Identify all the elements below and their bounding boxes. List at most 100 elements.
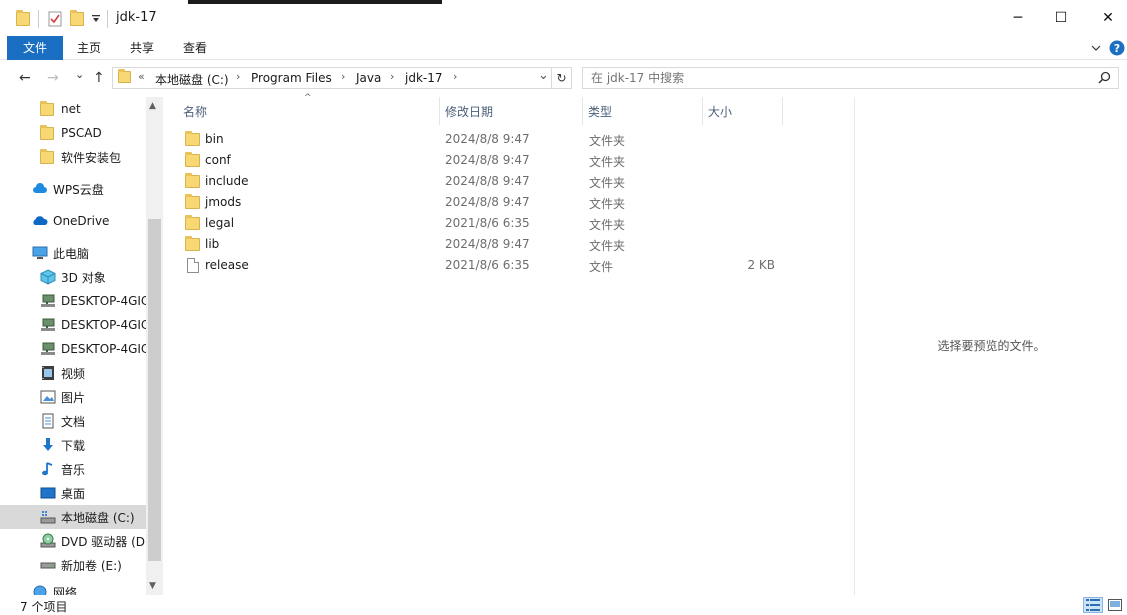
recent-locations-button[interactable]: ⌄ — [75, 68, 84, 81]
crumb-separator[interactable]: › — [390, 70, 394, 83]
sidebar-item-item-15[interactable]: 桌面 — [0, 481, 146, 505]
local-disk-icon — [40, 509, 56, 525]
sidebar-item-item-12[interactable]: 文档 — [0, 409, 146, 433]
column-divider[interactable] — [782, 97, 783, 125]
search-icon[interactable] — [1098, 71, 1111, 87]
address-bar[interactable]: « 本地磁盘 (C:) › Program Files › Java › jdk… — [112, 67, 552, 89]
crumb-local-disk[interactable]: 本地磁盘 (C:) — [155, 71, 229, 88]
column-header-type[interactable]: 类型 — [582, 100, 702, 125]
sidebar-item-label: 图片 — [61, 390, 86, 405]
sidebar-item-item-14[interactable]: 音乐 — [0, 457, 146, 481]
sidebar-item-pscad[interactable]: PSCAD — [0, 121, 146, 145]
help-icon[interactable]: ? — [1109, 40, 1125, 56]
sidebar-item-item-19[interactable]: 网络 — [0, 580, 146, 595]
sidebar-item-label: WPS云盘 — [53, 182, 104, 197]
details-view-button[interactable] — [1083, 597, 1103, 613]
address-overflow[interactable]: « — [138, 70, 145, 83]
file-date: 2024/8/8 9:47 — [445, 153, 530, 167]
column-header-name[interactable]: 名称 — [177, 100, 439, 125]
file-row[interactable]: lib 2024/8/8 9:47 文件夹 — [185, 235, 825, 256]
sidebar-item-net[interactable]: net — [0, 97, 146, 121]
chevron-down-icon[interactable] — [1091, 40, 1101, 56]
crumb-program-files[interactable]: Program Files — [251, 71, 332, 85]
network-drive-icon — [40, 317, 56, 333]
file-type: 文件夹 — [589, 197, 626, 211]
tab-view[interactable]: 查看 — [174, 36, 216, 60]
file-row[interactable]: jmods 2024/8/8 9:47 文件夹 — [185, 193, 825, 214]
sidebar-item-3d[interactable]: 3D 对象 — [0, 265, 146, 289]
preview-message: 选择要预览的文件。 — [937, 339, 1046, 353]
back-button[interactable]: ← — [19, 70, 31, 86]
file-row[interactable]: legal 2021/8/6 6:35 文件夹 — [185, 214, 825, 235]
sidebar-item-item-2[interactable]: 软件安装包 — [0, 145, 146, 169]
navigation-pane: net PSCAD 软件安装包 WPS云盘 OneDrive 此电脑 3D 对象 DESKTO… — [0, 97, 163, 595]
file-row[interactable]: include 2024/8/8 9:47 文件夹 — [185, 172, 825, 193]
maximize-icon: ☐ — [1054, 10, 1068, 26]
sidebar-item-desktop-4gic[interactable]: DESKTOP-4GIC — [0, 289, 146, 313]
close-icon: ✕ — [1102, 10, 1114, 26]
status-bar: 7 个项目 — [0, 595, 1127, 615]
sidebar-item-c[interactable]: 本地磁盘 (C:) — [0, 505, 146, 529]
minimize-button[interactable]: ─ — [995, 0, 1041, 36]
file-row[interactable]: release 2021/8/6 6:35 文件 2 KB — [185, 256, 825, 277]
column-header-size[interactable]: 大小 — [702, 100, 782, 125]
close-button[interactable]: ✕ — [1085, 0, 1127, 36]
sidebar-item-label: DESKTOP-4GIC — [61, 318, 146, 332]
desktop-icon — [40, 485, 56, 501]
customize-quick-access-icon[interactable] — [91, 9, 101, 29]
refresh-button[interactable]: ↻ — [552, 67, 572, 89]
window-folder-icon — [16, 9, 30, 29]
sidebar-item-wps[interactable]: WPS云盘 — [0, 177, 146, 201]
tab-home[interactable]: 主页 — [68, 36, 110, 60]
sidebar-item-item-10[interactable]: 视频 — [0, 361, 146, 385]
maximize-button[interactable]: ☐ — [1038, 0, 1084, 36]
preview-pane: 选择要预览的文件。 — [854, 97, 1127, 595]
network-drive-icon — [40, 341, 56, 357]
sidebar-item-dvd-d[interactable]: DVD 驱动器 (D: — [0, 529, 146, 553]
file-size: 2 KB — [747, 258, 775, 272]
search-box[interactable] — [582, 67, 1119, 89]
file-row[interactable]: conf 2024/8/8 9:47 文件夹 — [185, 151, 825, 172]
search-input[interactable] — [591, 70, 1091, 86]
crumb-separator[interactable]: › — [341, 70, 345, 83]
crumb-jdk17[interactable]: jdk-17 — [405, 71, 443, 85]
crumb-separator[interactable]: › — [236, 70, 240, 83]
properties-icon[interactable] — [47, 9, 63, 29]
sidebar-item-item-5[interactable]: 此电脑 — [0, 241, 146, 265]
details-view-icon — [1086, 599, 1100, 611]
large-icons-view-button[interactable] — [1105, 597, 1125, 613]
file-type: 文件夹 — [589, 155, 626, 169]
nav-scrollbar[interactable]: ▲ ▼ — [146, 97, 163, 595]
tab-file[interactable]: 文件 — [7, 36, 63, 60]
up-button[interactable]: ↑ — [93, 70, 105, 86]
file-list: ^ 名称 修改日期 类型 大小 bin 2024/8/8 9:47 文件夹 conf 2… — [163, 93, 854, 595]
new-folder-icon[interactable] — [70, 9, 84, 29]
sidebar-item-desktop-4gic[interactable]: DESKTOP-4GIC — [0, 337, 146, 361]
file-date: 2021/8/6 6:35 — [445, 258, 530, 272]
ribbon-tabs: 文件 主页 共享 查看 ? — [0, 36, 1127, 60]
sidebar-item-label: 3D 对象 — [61, 270, 106, 285]
tab-share[interactable]: 共享 — [121, 36, 163, 60]
sidebar-item-label: DESKTOP-4GIC — [61, 342, 146, 356]
sidebar-item-desktop-4gic[interactable]: DESKTOP-4GIC — [0, 313, 146, 337]
file-date: 2024/8/8 9:47 — [445, 132, 530, 146]
column-header-date[interactable]: 修改日期 — [439, 100, 582, 125]
file-row[interactable]: bin 2024/8/8 9:47 文件夹 — [185, 130, 825, 151]
title-divider — [107, 10, 108, 28]
address-dropdown-button[interactable]: ⌄ — [538, 68, 549, 83]
sidebar-item-label: 音乐 — [61, 462, 86, 477]
crumb-java[interactable]: Java — [356, 71, 381, 85]
sidebar-item-item-11[interactable]: 图片 — [0, 385, 146, 409]
scroll-down-arrow[interactable]: ▼ — [149, 581, 156, 591]
scrollbar-thumb[interactable] — [148, 219, 161, 561]
sidebar-item-label: 此电脑 — [53, 246, 90, 261]
crumb-separator[interactable]: › — [453, 70, 457, 83]
sidebar-item-item-13[interactable]: 下载 — [0, 433, 146, 457]
sidebar-item-onedrive[interactable]: OneDrive — [0, 209, 146, 233]
forward-button[interactable]: → — [47, 70, 59, 86]
sidebar-item-e[interactable]: 新加卷 (E:) — [0, 553, 146, 577]
sidebar-item-label: 网络 — [53, 585, 78, 596]
wps-cloud-icon — [32, 181, 48, 197]
file-type: 文件 — [589, 260, 614, 274]
scroll-up-arrow[interactable]: ▲ — [149, 101, 156, 111]
